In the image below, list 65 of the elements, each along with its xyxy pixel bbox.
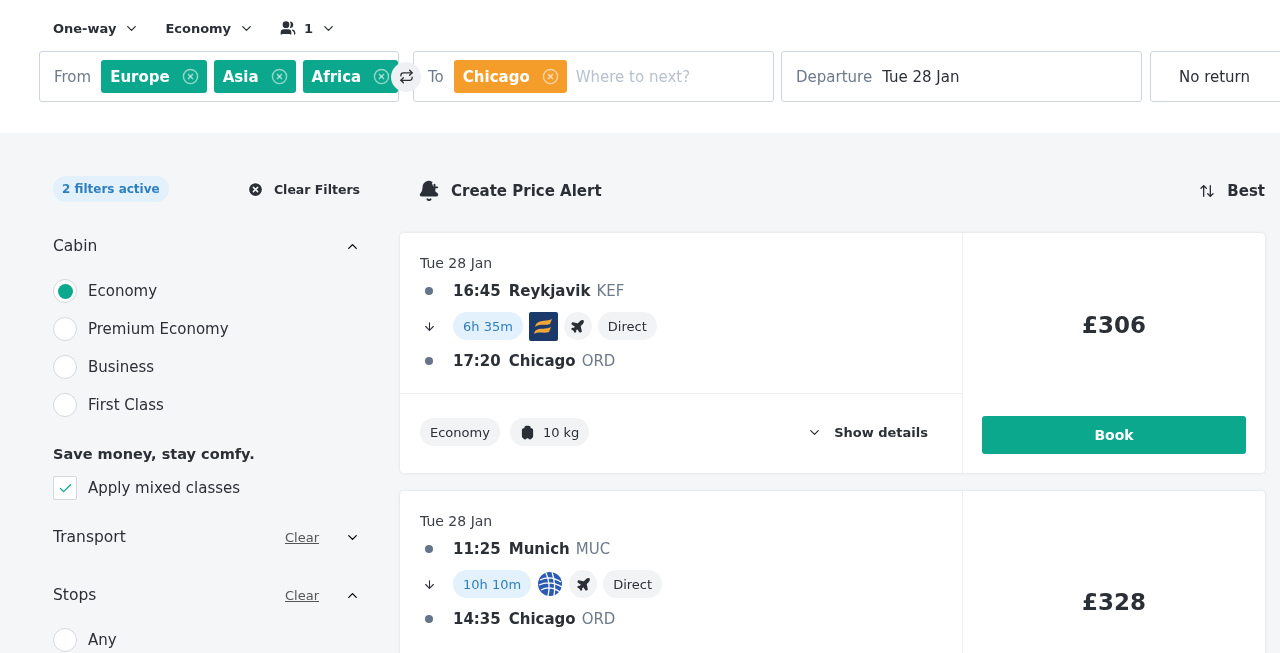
- plane-icon: [563, 312, 592, 340]
- sort-icon: [1199, 183, 1216, 199]
- bell-plus-icon: [418, 180, 440, 202]
- cabin-pill: Economy: [420, 418, 500, 446]
- stops-pill: Direct: [597, 312, 657, 340]
- timeline-dot: [425, 615, 433, 623]
- flight-date: Tue 28 Jan: [420, 255, 493, 271]
- radio-option[interactable]: Economy: [53, 272, 158, 310]
- swap-icon: [398, 69, 414, 84]
- radio-option[interactable]: Premium Economy: [53, 310, 229, 348]
- airport-code: KEF: [596, 282, 625, 300]
- timeline-dot: [425, 357, 433, 365]
- field-label: From: [54, 67, 92, 86]
- flight-date: Tue 28 Jan: [420, 513, 493, 529]
- return-value: No return: [1179, 67, 1251, 86]
- arrival-city: Chicago: [508, 610, 576, 628]
- arrival-time: 14:35: [453, 610, 501, 628]
- radio-option[interactable]: First Class: [53, 386, 164, 424]
- arrow-down-icon: [423, 319, 436, 333]
- checkbox-option[interactable]: Apply mixed classes: [53, 476, 241, 500]
- baggage-pill: 10 kg: [509, 418, 590, 446]
- field-label: Departure: [796, 67, 873, 86]
- airline-logo-icon: [537, 571, 564, 597]
- price-alert-button[interactable]: Create Price Alert: [418, 180, 602, 202]
- airport-code: ORD: [581, 352, 616, 370]
- field-label: To: [428, 67, 444, 86]
- departure-city: Munich: [508, 540, 570, 558]
- filters-active-badge: 2 filters active: [53, 176, 169, 202]
- filter-note: Save money, stay comfy.: [53, 446, 256, 462]
- departure-time: 16:45: [453, 282, 501, 300]
- filter-section-title: Cabin: [53, 237, 99, 255]
- price: £328: [1082, 588, 1146, 615]
- departure-field[interactable]: Departure Tue 28 Jan: [781, 51, 1142, 102]
- price: £306: [1082, 311, 1146, 338]
- departure-date: Tue 28 Jan: [882, 67, 960, 86]
- close-icon: [246, 180, 264, 198]
- sort-button[interactable]: Best: [1199, 182, 1265, 200]
- trip-option-dropdown[interactable]: One-way: [53, 20, 140, 36]
- radio-option[interactable]: Any: [53, 621, 117, 653]
- filter-section-title: Transport: [53, 528, 127, 546]
- timeline-dot: [425, 287, 433, 295]
- departure-city: Reykjavik: [508, 282, 591, 300]
- clear-link[interactable]: Clear: [285, 587, 319, 603]
- arrival-time: 17:20: [453, 352, 501, 370]
- stops-pill: Direct: [603, 570, 663, 598]
- airline-logo-icon: [528, 311, 558, 341]
- show-details-button[interactable]: Show details: [807, 424, 942, 440]
- filter-section-title: Stops: [53, 586, 98, 604]
- departure-time: 11:25: [453, 540, 501, 558]
- trip-option-dropdown[interactable]: 1: [280, 20, 337, 36]
- clear-filters-button[interactable]: Clear Filters: [246, 180, 360, 198]
- duration-pill: 10h 10m: [453, 570, 532, 598]
- duration-pill: 6h 35m: [453, 312, 523, 340]
- airport-code: ORD: [581, 610, 616, 628]
- airport-code: MUC: [575, 540, 611, 558]
- arrow-down-icon: [423, 577, 436, 591]
- timeline-dot: [425, 545, 433, 553]
- return-field[interactable]: No return: [1150, 51, 1280, 102]
- arrival-city: Chicago: [508, 352, 576, 370]
- plane-icon: [569, 570, 598, 598]
- clear-link[interactable]: Clear: [285, 529, 319, 545]
- radio-option[interactable]: Business: [53, 348, 155, 386]
- luggage-icon: [519, 424, 535, 440]
- trip-option-dropdown[interactable]: Economy: [165, 20, 255, 36]
- passengers-icon: [280, 20, 297, 36]
